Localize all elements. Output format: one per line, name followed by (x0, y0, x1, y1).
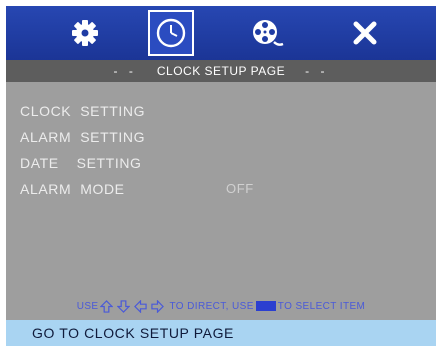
hint-direct-text: TO DIRECT, USE (169, 300, 254, 312)
menu-item-label: DATE SETTING (20, 155, 142, 171)
settings-menu: CLOCK SETTING ALARM SETTING DATE SETTING… (20, 98, 420, 202)
status-bar: GO TO CLOCK SETUP PAGE (6, 320, 436, 346)
arrow-up-icon (100, 299, 114, 313)
tab-clock-setup[interactable] (148, 10, 194, 56)
film-reel-icon (253, 20, 284, 46)
menu-item-date-setting[interactable]: DATE SETTING (20, 150, 420, 176)
menu-item-label: CLOCK SETTING (20, 103, 146, 119)
enter-key-icon (255, 301, 276, 311)
clock-icon (156, 18, 186, 48)
alarm-mode-value: OFF (226, 181, 254, 196)
tab-video-setup[interactable] (244, 10, 290, 56)
status-text: GO TO CLOCK SETUP PAGE (32, 325, 234, 341)
navigation-hint: USE TO DIRECT, USE TO SELECT ITEM (6, 296, 436, 316)
page-title-bar: - - CLOCK SETUP PAGE - - (6, 60, 436, 82)
icon-toolbar (6, 6, 436, 60)
menu-item-clock-setting[interactable]: CLOCK SETTING (20, 98, 420, 124)
menu-item-label: ALARM SETTING (20, 129, 146, 145)
hint-use-text: USE (76, 300, 99, 312)
close-icon (353, 21, 377, 45)
menu-item-alarm-mode[interactable]: ALARM MODE OFF (20, 176, 420, 202)
tab-exit[interactable] (342, 10, 388, 56)
hint-select-text: TO SELECT ITEM (277, 300, 366, 312)
page-title: CLOCK SETUP PAGE (156, 64, 286, 78)
menu-item-label: ALARM MODE (20, 181, 125, 197)
title-dashes-left: - - (113, 64, 137, 78)
title-dashes-right: - - (305, 64, 329, 78)
tab-general-setup[interactable] (62, 10, 108, 56)
arrow-left-icon (134, 299, 148, 313)
arrow-down-icon (117, 299, 131, 313)
gear-icon (72, 20, 98, 46)
setup-screen: - - CLOCK SETUP PAGE - - CLOCK SETTING A… (6, 6, 436, 346)
arrow-right-icon (151, 299, 165, 313)
menu-item-alarm-setting[interactable]: ALARM SETTING (20, 124, 420, 150)
